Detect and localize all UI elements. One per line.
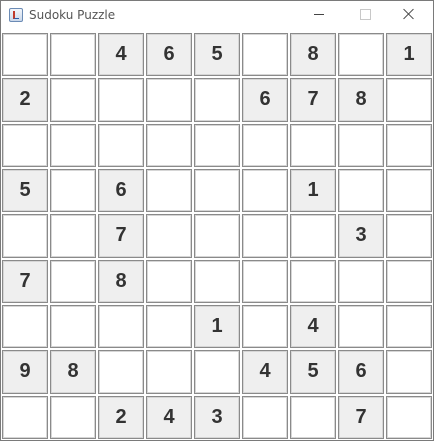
sudoku-cell-empty[interactable] [2,33,48,77]
sudoku-cell-empty[interactable] [50,168,96,213]
sudoku-cell-empty[interactable] [50,78,96,122]
sudoku-cell-given[interactable]: 8 [98,259,144,303]
sudoku-cell-given[interactable]: 9 [2,350,48,394]
sudoku-cell-empty[interactable] [386,395,432,439]
java-app-icon [9,8,23,22]
sudoku-cell-empty[interactable] [146,259,192,303]
sudoku-cell-empty[interactable] [146,214,192,258]
sudoku-cell-empty[interactable] [242,304,288,349]
app-window: Sudoku Puzzle 46581267856173781498456243… [0,0,434,441]
sudoku-cell-given[interactable]: 1 [194,304,240,349]
sudoku-cell-empty[interactable] [386,350,432,394]
sudoku-cell-given[interactable]: 4 [290,304,336,349]
sudoku-cell-given[interactable]: 7 [338,395,384,439]
sudoku-cell-empty[interactable] [242,33,288,77]
sudoku-cell-empty[interactable] [338,259,384,303]
sudoku-cell-given[interactable]: 6 [146,33,192,77]
sudoku-cell-given[interactable]: 8 [338,78,384,122]
sudoku-cell-empty[interactable] [2,214,48,258]
sudoku-cell-given[interactable]: 7 [2,259,48,303]
maximize-button[interactable] [343,1,387,29]
sudoku-cell-given[interactable]: 7 [290,78,336,122]
sudoku-cell-given[interactable]: 4 [98,33,144,77]
sudoku-cell-given[interactable]: 4 [242,350,288,394]
sudoku-cell-given[interactable]: 1 [290,168,336,213]
sudoku-cell-empty[interactable] [386,78,432,122]
maximize-icon [360,9,371,20]
sudoku-cell-empty[interactable] [242,259,288,303]
sudoku-cell-empty[interactable] [290,214,336,258]
sudoku-cell-empty[interactable] [194,78,240,122]
sudoku-cell-given[interactable]: 6 [98,168,144,213]
sudoku-cell-empty[interactable] [98,304,144,349]
sudoku-cell-empty[interactable] [2,395,48,439]
sudoku-cell-empty[interactable] [242,395,288,439]
sudoku-cell-empty[interactable] [194,168,240,213]
sudoku-cell-given[interactable]: 8 [290,33,336,77]
sudoku-cell-empty[interactable] [290,259,336,303]
minimize-button[interactable] [297,1,341,29]
sudoku-cell-empty[interactable] [2,123,48,167]
sudoku-cell-empty[interactable] [98,123,144,167]
sudoku-cell-empty[interactable] [50,214,96,258]
sudoku-cell-empty[interactable] [242,168,288,213]
sudoku-cell-empty[interactable] [386,123,432,167]
sudoku-cell-given[interactable]: 6 [338,350,384,394]
sudoku-cell-given[interactable]: 1 [386,33,432,77]
sudoku-cell-empty[interactable] [290,395,336,439]
sudoku-cell-empty[interactable] [146,78,192,122]
sudoku-cell-given[interactable]: 5 [2,168,48,213]
sudoku-cell-empty[interactable] [290,123,336,167]
close-icon [402,7,416,21]
sudoku-cell-given[interactable]: 3 [194,395,240,439]
sudoku-cell-empty[interactable] [386,259,432,303]
sudoku-cell-empty[interactable] [50,33,96,77]
sudoku-cell-empty[interactable] [2,304,48,349]
title-bar[interactable]: Sudoku Puzzle [1,1,433,31]
sudoku-cell-empty[interactable] [146,350,192,394]
minimize-icon [314,14,324,15]
sudoku-cell-given[interactable]: 7 [98,214,144,258]
sudoku-cell-empty[interactable] [50,395,96,439]
sudoku-cell-empty[interactable] [50,259,96,303]
sudoku-cell-empty[interactable] [338,168,384,213]
sudoku-cell-empty[interactable] [194,214,240,258]
window-title: Sudoku Puzzle [29,8,116,22]
sudoku-cell-given[interactable]: 2 [98,395,144,439]
sudoku-cell-given[interactable]: 8 [50,350,96,394]
sudoku-cell-empty[interactable] [146,304,192,349]
sudoku-cell-empty[interactable] [146,123,192,167]
sudoku-cell-empty[interactable] [242,214,288,258]
sudoku-cell-given[interactable]: 5 [194,33,240,77]
sudoku-cell-empty[interactable] [338,123,384,167]
sudoku-board: 465812678561737814984562437 [1,32,433,440]
sudoku-cell-empty[interactable] [338,33,384,77]
sudoku-cell-given[interactable]: 5 [290,350,336,394]
sudoku-cell-empty[interactable] [194,259,240,303]
sudoku-cell-empty[interactable] [338,304,384,349]
sudoku-cell-empty[interactable] [386,304,432,349]
close-button[interactable] [387,1,431,29]
sudoku-cell-empty[interactable] [50,123,96,167]
sudoku-cell-empty[interactable] [242,123,288,167]
sudoku-cell-given[interactable]: 6 [242,78,288,122]
sudoku-cell-given[interactable]: 3 [338,214,384,258]
sudoku-cell-empty[interactable] [146,168,192,213]
sudoku-cell-empty[interactable] [386,168,432,213]
sudoku-cell-empty[interactable] [386,214,432,258]
sudoku-cell-given[interactable]: 2 [2,78,48,122]
sudoku-cell-empty[interactable] [194,123,240,167]
sudoku-cell-empty[interactable] [98,78,144,122]
sudoku-cell-empty[interactable] [194,350,240,394]
sudoku-cell-given[interactable]: 4 [146,395,192,439]
sudoku-cell-empty[interactable] [98,350,144,394]
sudoku-cell-empty[interactable] [50,304,96,349]
